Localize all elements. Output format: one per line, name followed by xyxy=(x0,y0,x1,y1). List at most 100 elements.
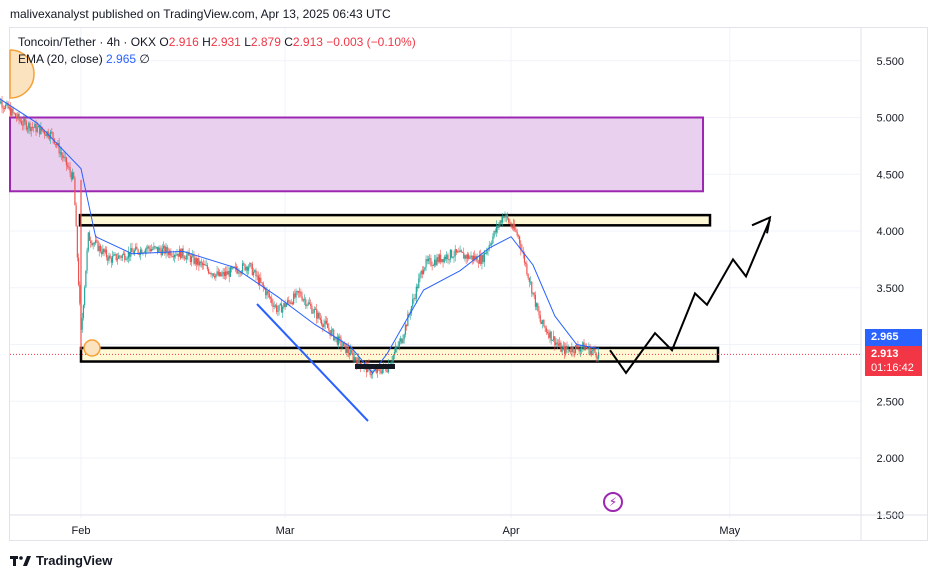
candle-body xyxy=(266,291,268,296)
candle-body xyxy=(540,321,543,324)
indicator-legend[interactable]: EMA (20, close) 2.965 ∅ xyxy=(18,52,150,66)
candle-body xyxy=(317,312,319,319)
candle-body xyxy=(532,292,534,294)
candle-body xyxy=(5,104,7,109)
candle-body xyxy=(30,127,32,132)
candle-body xyxy=(458,251,460,253)
y-tick-label: 4.500 xyxy=(876,169,904,181)
candle-body xyxy=(153,246,155,250)
open-value: 2.916 xyxy=(168,35,199,49)
candle-body xyxy=(406,324,408,327)
candle-body xyxy=(274,305,276,307)
candle-body xyxy=(63,156,65,159)
candle-body xyxy=(74,178,76,206)
candle-body xyxy=(342,342,345,346)
candle-body xyxy=(435,259,437,266)
y-axis: 5.5005.0004.5004.0003.5003.0002.5002.000… xyxy=(860,28,904,540)
candle-body xyxy=(536,303,538,307)
candle-body xyxy=(325,320,328,324)
candle-body xyxy=(401,338,403,344)
symbol-legend[interactable]: Toncoin/Tether · 4h · OKX O2.916 H2.931 … xyxy=(18,35,416,49)
candle-body xyxy=(454,249,456,257)
candle-body xyxy=(293,293,295,304)
candle-body xyxy=(271,298,273,304)
candle-body xyxy=(42,130,44,132)
candle-body xyxy=(452,257,454,259)
candle-body xyxy=(180,249,182,259)
candle-body xyxy=(22,124,24,126)
candle-body xyxy=(65,157,68,166)
candle-body xyxy=(217,271,219,276)
candle-body xyxy=(116,258,119,261)
candle-body xyxy=(573,352,575,353)
footer-brand[interactable]: TradingView xyxy=(10,553,112,568)
candle-body xyxy=(131,247,133,252)
candle-body xyxy=(412,299,414,307)
candle-body xyxy=(64,156,66,158)
candle-body xyxy=(404,324,407,335)
candle-body xyxy=(386,370,388,373)
candle-body xyxy=(1,101,3,108)
candle-body xyxy=(554,336,556,346)
candle-body xyxy=(119,255,121,257)
candle-body xyxy=(24,118,26,122)
candle-body xyxy=(579,348,581,352)
candle-body xyxy=(469,257,471,259)
candle-body xyxy=(226,271,228,275)
candle-body xyxy=(353,357,355,361)
candle-body xyxy=(144,249,146,253)
candle-body xyxy=(97,240,99,251)
candle-body xyxy=(177,253,179,257)
candle-body xyxy=(413,298,415,300)
candle-body xyxy=(584,347,586,351)
candle-body xyxy=(420,270,422,275)
last-price-value: 2.913 xyxy=(871,348,899,360)
candle-body xyxy=(209,272,211,274)
candle-body xyxy=(346,347,348,353)
candle-body xyxy=(139,249,142,255)
ema-label[interactable]: EMA (20, close) xyxy=(18,52,103,66)
candle-body xyxy=(506,214,509,219)
marker-circle xyxy=(83,339,101,357)
candle-body xyxy=(529,281,532,283)
candle-body xyxy=(331,329,334,331)
candle-body xyxy=(531,281,533,294)
candle-body xyxy=(576,345,578,347)
candle-body xyxy=(228,270,230,277)
symbol-title[interactable]: Toncoin/Tether · 4h · OKX xyxy=(18,35,156,49)
candle-body xyxy=(291,302,294,304)
x-tick-label: May xyxy=(719,525,740,537)
candle-body xyxy=(534,294,537,307)
candle-body xyxy=(509,222,511,224)
candle-body xyxy=(491,243,493,245)
candle-body xyxy=(447,254,449,260)
zone-resistance xyxy=(78,213,712,227)
candle-body xyxy=(461,251,464,253)
candle-body xyxy=(375,369,377,373)
candle-body xyxy=(70,172,72,180)
candle-body xyxy=(121,254,123,258)
candle-body xyxy=(279,303,281,306)
candle-body xyxy=(493,231,495,237)
candle-body xyxy=(214,275,216,278)
candle-body xyxy=(593,348,595,351)
candle-body xyxy=(542,319,544,324)
chart-svg[interactable]: 5.5005.0004.5004.0003.5003.0002.5002.000… xyxy=(0,0,939,579)
candle-body xyxy=(35,123,37,132)
candle-body xyxy=(504,216,506,218)
lightning-icon[interactable]: ⚡ xyxy=(603,492,623,512)
candle-body xyxy=(229,267,232,277)
candle-body xyxy=(33,127,35,129)
candle-body xyxy=(84,287,86,306)
candle-body xyxy=(244,264,246,271)
candle-body xyxy=(184,258,187,260)
grid xyxy=(10,28,861,518)
candle-body xyxy=(272,303,274,307)
candle-body xyxy=(245,267,247,271)
candle-body xyxy=(182,248,184,257)
candle-body xyxy=(96,240,98,242)
candle-body xyxy=(570,351,572,353)
candle-body xyxy=(210,272,212,275)
candle-body xyxy=(280,303,283,313)
candle-body xyxy=(159,247,161,251)
